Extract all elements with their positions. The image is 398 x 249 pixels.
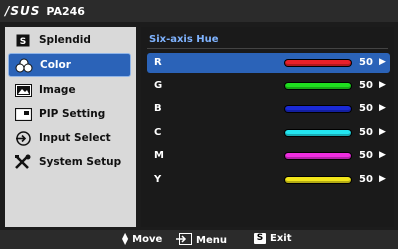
- hue-row-c[interactable]: C 50 ▶: [147, 123, 390, 143]
- tools-icon: [13, 153, 33, 171]
- hue-row-label: M: [154, 150, 164, 161]
- sidebar-item-label: PIP Setting: [39, 108, 106, 120]
- menu-label: Menu: [196, 235, 227, 246]
- content-panel: Six-axis Hue R 50 ▶ G 50 ▶ B 50 ▶ C 50 ▶: [141, 27, 394, 227]
- hue-slider[interactable]: [285, 83, 351, 89]
- title-bar: /SUS PA246: [0, 0, 398, 22]
- hue-value: 50: [359, 80, 373, 91]
- sidebar-item-label: Input Select: [39, 132, 111, 144]
- sidebar-item-splendid[interactable]: S Splendid: [5, 29, 136, 51]
- sidebar-item-label: System Setup: [39, 156, 122, 168]
- hue-slider[interactable]: [285, 153, 351, 159]
- hue-row-label: R: [154, 57, 162, 68]
- hue-value: 50: [359, 103, 373, 114]
- sidebar-item-label: Image: [39, 84, 76, 96]
- hue-slider[interactable]: [285, 177, 351, 183]
- hue-slider[interactable]: [285, 106, 351, 112]
- hue-row-y[interactable]: Y 50 ▶: [147, 170, 390, 190]
- hue-row-label: B: [154, 103, 162, 114]
- image-icon: [13, 81, 33, 99]
- input-select-icon: [13, 129, 33, 147]
- sidebar: S Splendid Color Image PIP Setting Input…: [5, 27, 136, 227]
- right-arrow-icon[interactable]: ▶: [379, 103, 386, 113]
- sidebar-item-system-setup[interactable]: System Setup: [5, 151, 136, 173]
- hue-value: 50: [359, 57, 373, 68]
- move-label: Move: [132, 233, 163, 245]
- hue-row-label: G: [154, 80, 163, 91]
- hue-value: 50: [359, 127, 373, 138]
- hue-slider[interactable]: [285, 60, 351, 66]
- sidebar-item-label: Color: [40, 59, 71, 71]
- menu-enter-icon: [176, 233, 192, 248]
- hue-row-g[interactable]: G 50 ▶: [147, 76, 390, 96]
- model-name: PA246: [46, 4, 85, 18]
- right-arrow-icon[interactable]: ▶: [379, 127, 386, 137]
- sidebar-item-pip-setting[interactable]: PIP Setting: [5, 103, 136, 125]
- sidebar-item-image[interactable]: Image: [5, 79, 136, 101]
- exit-label: Exit: [270, 233, 292, 244]
- hue-row-label: Y: [154, 174, 162, 185]
- move-hint: ▲ ▼ Move: [122, 231, 163, 246]
- hue-value: 50: [359, 174, 373, 185]
- hue-row-r[interactable]: R 50 ▶: [147, 53, 390, 73]
- menu-hint: Menu: [176, 233, 227, 248]
- up-down-arrow-icon: ▲ ▼: [122, 231, 129, 246]
- exit-key-icon: S: [254, 233, 266, 244]
- panel-title: Six-axis Hue: [149, 34, 219, 45]
- sidebar-item-color[interactable]: Color: [8, 53, 131, 77]
- hue-row-label: C: [154, 127, 162, 138]
- pip-icon: [13, 105, 33, 123]
- right-arrow-icon[interactable]: ▶: [379, 150, 386, 160]
- sidebar-item-input-select[interactable]: Input Select: [5, 127, 136, 149]
- svg-text:S: S: [20, 37, 26, 47]
- right-arrow-icon[interactable]: ▶: [379, 80, 386, 90]
- right-arrow-icon[interactable]: ▶: [379, 57, 386, 67]
- hue-value: 50: [359, 150, 373, 161]
- hue-slider[interactable]: [285, 130, 351, 136]
- osd-menu: /SUS PA246 S Splendid Color Image PIP Se…: [0, 0, 398, 249]
- hue-row-b[interactable]: B 50 ▶: [147, 99, 390, 119]
- exit-hint: S Exit: [254, 233, 292, 244]
- footer-hint-bar: ▲ ▼ Move Menu S Exit: [0, 230, 398, 249]
- asus-logo: /SUS: [5, 4, 41, 18]
- right-arrow-icon[interactable]: ▶: [379, 174, 386, 184]
- splendid-s-icon: S: [13, 31, 33, 49]
- hue-row-m[interactable]: M 50 ▶: [147, 146, 390, 166]
- sidebar-item-label: Splendid: [39, 34, 91, 46]
- color-drops-icon: [14, 56, 34, 74]
- title-divider: [147, 48, 388, 49]
